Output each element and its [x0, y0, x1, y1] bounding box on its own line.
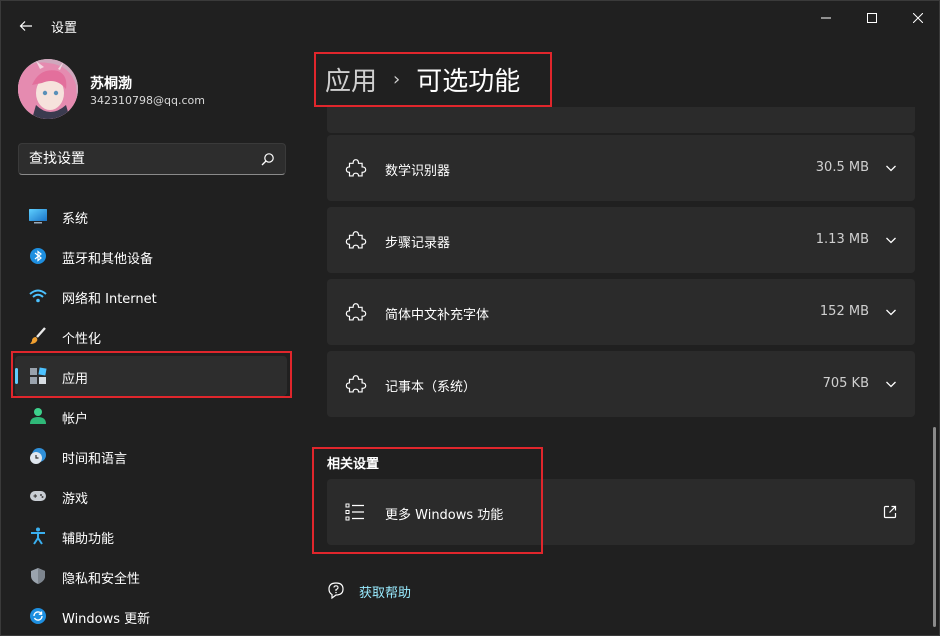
close-button[interactable]: [895, 1, 940, 35]
sidebar-item-privacy[interactable]: 隐私和安全性: [15, 556, 287, 596]
clock-globe-icon: [30, 448, 46, 464]
search-icon[interactable]: [261, 152, 275, 166]
feature-card[interactable]: 记事本（系统） 705 KB: [327, 351, 915, 417]
user-email: 342310798@qq.com: [90, 94, 205, 107]
user-profile[interactable]: 苏桐渤 342310798@qq.com: [18, 59, 288, 121]
sidebar-item-accessibility[interactable]: 辅助功能: [15, 516, 287, 556]
sidebar-item-gaming[interactable]: 游戏: [15, 476, 287, 516]
chevron-down-icon[interactable]: [885, 162, 897, 174]
wifi-icon: [29, 289, 47, 303]
chevron-down-icon[interactable]: [885, 378, 897, 390]
maximize-icon: [867, 13, 877, 23]
scrollbar[interactable]: [933, 427, 936, 627]
app-title: 设置: [51, 21, 78, 36]
puzzle-icon: [345, 231, 367, 249]
optional-features-list: 数学识别器 30.5 MB 步骤记录器 1.13 MB 简体中文补充字体 152…: [325, 107, 917, 636]
highlight-box-apps: [11, 351, 292, 398]
feature-card-partial[interactable]: [327, 107, 915, 133]
feature-name: 数学识别器: [385, 164, 451, 179]
back-button[interactable]: [11, 11, 41, 41]
puzzle-icon: [345, 375, 367, 393]
minimize-icon: [821, 17, 831, 19]
settings-window: 设置 苏桐渤 342310798@qq.com 查找设置 系统 蓝牙和其他设备 …: [0, 0, 940, 636]
feature-name: 简体中文补充字体: [385, 308, 490, 323]
feature-card[interactable]: 简体中文补充字体 152 MB: [327, 279, 915, 345]
sidebar-item-label: 个性化: [62, 332, 102, 347]
sidebar-item-label: 系统: [62, 212, 89, 227]
sidebar-item-label: 网络和 Internet: [62, 292, 157, 307]
search-input[interactable]: [29, 144, 249, 174]
close-icon: [913, 13, 923, 23]
sidebar-item-label: 蓝牙和其他设备: [62, 252, 154, 267]
bluetooth-icon: [30, 248, 46, 264]
sidebar-item-label: 帐户: [62, 412, 89, 427]
feature-size: 1.13 MB: [815, 232, 869, 247]
accessibility-icon: [31, 527, 45, 545]
monitor-icon: [29, 209, 47, 224]
update-icon: [30, 608, 46, 624]
sidebar-item-windows-update[interactable]: Windows 更新: [15, 596, 287, 636]
sidebar-item-system[interactable]: 系统: [15, 196, 287, 236]
title-bar: 设置: [1, 1, 939, 49]
person-icon: [30, 408, 46, 424]
sidebar-item-bluetooth[interactable]: 蓝牙和其他设备: [15, 236, 287, 276]
chevron-down-icon[interactable]: [885, 234, 897, 246]
maximize-button[interactable]: [849, 1, 895, 35]
get-help-link[interactable]: 获取帮助: [359, 582, 411, 601]
gamepad-icon: [30, 491, 46, 501]
sidebar-item-personalization[interactable]: 个性化: [15, 316, 287, 356]
sidebar-item-label: Windows 更新: [62, 612, 151, 627]
puzzle-icon: [345, 303, 367, 321]
sidebar-item-label: 游戏: [62, 492, 89, 507]
sidebar-item-time-language[interactable]: 时间和语言: [15, 436, 287, 476]
sidebar-item-label: 辅助功能: [62, 532, 115, 547]
paintbrush-icon: [30, 327, 46, 344]
highlight-box-breadcrumb: [314, 52, 552, 107]
avatar: [18, 59, 78, 119]
feature-name: 步骤记录器: [385, 236, 451, 251]
feature-name: 记事本（系统）: [385, 380, 477, 395]
sidebar-item-label: 时间和语言: [62, 452, 128, 467]
feature-card[interactable]: 数学识别器 30.5 MB: [327, 135, 915, 201]
help-chat-icon: [328, 582, 344, 599]
search-box[interactable]: [18, 143, 286, 175]
feature-size: 705 KB: [822, 376, 869, 391]
chevron-down-icon[interactable]: [885, 306, 897, 318]
feature-size: 30.5 MB: [815, 160, 869, 175]
highlight-box-related: [312, 447, 543, 554]
user-name: 苏桐渤: [90, 76, 132, 92]
feature-card[interactable]: 步骤记录器 1.13 MB: [327, 207, 915, 273]
sidebar-item-label: 隐私和安全性: [62, 572, 141, 587]
feature-size: 152 MB: [819, 304, 869, 319]
minimize-button[interactable]: [803, 1, 849, 35]
sidebar-nav: 系统 蓝牙和其他设备 网络和 Internet 个性化 应用 帐户 时间和语言: [15, 196, 287, 636]
external-link-icon: [883, 505, 897, 519]
back-arrow-icon: [19, 21, 32, 31]
puzzle-icon: [345, 159, 367, 177]
sidebar-item-accounts[interactable]: 帐户: [15, 396, 287, 436]
sidebar-item-network[interactable]: 网络和 Internet: [15, 276, 287, 316]
shield-icon: [31, 568, 45, 584]
